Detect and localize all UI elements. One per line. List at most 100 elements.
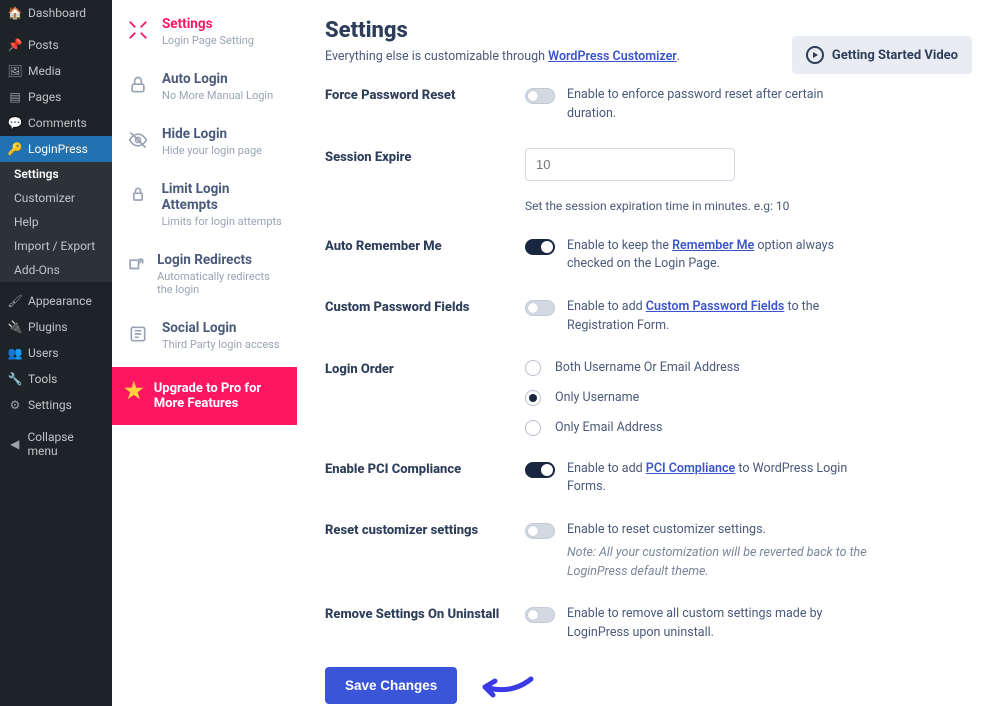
- sub-addons[interactable]: Add-Ons: [0, 258, 112, 282]
- desc-pci: Enable to add PCI Compliance to WordPres…: [567, 460, 867, 498]
- label-custom-pw: Custom Password Fields: [325, 298, 525, 315]
- save-changes-button[interactable]: Save Changes: [325, 667, 457, 704]
- sidebar-posts[interactable]: 📌 Posts: [0, 32, 112, 58]
- desc-auto-remember: Enable to keep the Remember Me option al…: [567, 237, 867, 275]
- radio-both[interactable]: [525, 360, 541, 376]
- sidebar-label: Pages: [28, 90, 61, 104]
- nav-title: Social Login: [162, 320, 280, 336]
- arrow-icon: [475, 673, 535, 699]
- play-icon: [806, 46, 824, 64]
- brush-icon: 🖌: [8, 294, 22, 308]
- gear-icon: ⚙: [8, 398, 22, 412]
- sidebar-media[interactable]: 🖼Media: [0, 58, 112, 84]
- nav-title: Auto Login: [162, 71, 273, 87]
- sidebar-comments[interactable]: 💬Comments: [0, 110, 112, 136]
- nav-social-login[interactable]: Social Login Third Party login access: [112, 308, 297, 363]
- wp-customizer-link[interactable]: WordPress Customizer: [548, 49, 677, 64]
- radio-label: Only Username: [555, 390, 639, 405]
- sidebar-users[interactable]: 👥 Users: [0, 340, 112, 366]
- desc-reset-customizer: Enable to reset customizer settings.Note…: [567, 521, 867, 581]
- sidebar-label: LoginPress: [28, 142, 88, 156]
- sidebar-plugins[interactable]: 🔌Plugins: [0, 314, 112, 340]
- hint-session-expire: Set the session expiration time in minut…: [525, 199, 789, 213]
- lock-icon: [124, 71, 152, 99]
- sub-settings[interactable]: Settings: [0, 162, 112, 186]
- desc-remove-uninstall: Enable to remove all custom settings mad…: [567, 605, 867, 643]
- sidebar-collapse[interactable]: ◀Collapse menu: [0, 424, 112, 464]
- nav-auto-login[interactable]: Auto Login No More Manual Login: [112, 59, 297, 114]
- label-login-order: Login Order: [325, 360, 525, 377]
- star-icon: ★: [124, 381, 144, 403]
- session-expire-input[interactable]: [525, 148, 735, 181]
- nav-sub: Third Party login access: [162, 338, 280, 351]
- nav-title: Hide Login: [162, 126, 262, 142]
- sidebar-label: Settings: [28, 398, 72, 412]
- upgrade-to-pro[interactable]: ★ Upgrade to Pro for More Features: [112, 367, 297, 425]
- sidebar-label: Dashboard: [28, 6, 86, 20]
- tools-icon: 🔧: [8, 372, 22, 386]
- desc-custom-pw: Enable to add Custom Password Fields to …: [567, 298, 867, 336]
- sidebar-label: Appearance: [28, 294, 92, 308]
- pci-link[interactable]: PCI Compliance: [646, 461, 735, 476]
- nav-sub: No More Manual Login: [162, 89, 273, 102]
- pin-icon: 📌: [8, 38, 22, 52]
- custom-pw-link[interactable]: Custom Password Fields: [646, 299, 785, 314]
- sidebar-loginpress[interactable]: 🔑 LoginPress: [0, 136, 112, 162]
- nav-login-redirects[interactable]: Login Redirects Automatically redirects t…: [112, 240, 297, 308]
- redirect-icon: [124, 252, 147, 280]
- nav-settings[interactable]: Settings Login Page Setting: [112, 4, 297, 59]
- sub-customizer[interactable]: Customizer: [0, 186, 112, 210]
- toggle-reset-customizer[interactable]: [525, 523, 555, 539]
- nav-title: Settings: [162, 16, 254, 32]
- social-icon: [124, 320, 152, 348]
- label-remove-uninstall: Remove Settings On Uninstall: [325, 605, 525, 622]
- sidebar-dashboard[interactable]: 🏠 Dashboard: [0, 0, 112, 26]
- toggle-pci[interactable]: [525, 462, 555, 478]
- collapse-icon: ◀: [8, 437, 21, 451]
- toggle-remove-uninstall[interactable]: [525, 607, 555, 623]
- sidebar-label: Comments: [28, 116, 87, 130]
- eye-off-icon: [124, 126, 152, 154]
- label-auto-remember: Auto Remember Me: [325, 237, 525, 254]
- getting-started-video-button[interactable]: Getting Started Video: [792, 36, 972, 74]
- video-btn-label: Getting Started Video: [832, 48, 958, 63]
- radio-only-email[interactable]: [525, 420, 541, 436]
- wp-admin-sidebar: 🏠 Dashboard 📌 Posts 🖼Media ▤Pages 💬Comment…: [0, 0, 112, 706]
- remember-me-link[interactable]: Remember Me: [672, 238, 754, 253]
- dashboard-icon: 🏠: [8, 6, 22, 20]
- sidebar-label: Tools: [28, 372, 57, 386]
- nav-title: Limit Login Attempts: [162, 181, 287, 213]
- nav-sub: Login Page Setting: [162, 34, 254, 47]
- settings-content: Getting Started Video Settings Everythin…: [297, 0, 1000, 706]
- label-pci: Enable PCI Compliance: [325, 460, 525, 477]
- nav-sub: Automatically redirects the login: [157, 270, 287, 296]
- upgrade-label: Upgrade to Pro for More Features: [154, 381, 285, 411]
- radio-only-username[interactable]: [525, 390, 541, 406]
- key-icon: 🔑: [8, 142, 22, 156]
- sub-import-export[interactable]: Import / Export: [0, 234, 112, 258]
- sidebar-pages[interactable]: ▤Pages: [0, 84, 112, 110]
- plugin-icon: 🔌: [8, 320, 22, 334]
- label-reset-customizer: Reset customizer settings: [325, 521, 525, 538]
- sidebar-settings[interactable]: ⚙ Settings: [0, 392, 112, 418]
- plugin-nav: Settings Login Page Setting Auto Login No …: [112, 0, 297, 706]
- sidebar-label: Posts: [28, 38, 59, 52]
- sidebar-label: Media: [28, 64, 61, 78]
- toggle-custom-pw[interactable]: [525, 300, 555, 316]
- sidebar-label: Users: [28, 346, 59, 360]
- radio-label: Both Username Or Email Address: [555, 360, 740, 375]
- nav-sub: Hide your login page: [162, 144, 262, 157]
- users-icon: 👥: [8, 346, 22, 360]
- sub-help[interactable]: Help: [0, 210, 112, 234]
- radio-label: Only Email Address: [555, 420, 663, 435]
- label-session-expire: Session Expire: [325, 148, 525, 165]
- nav-hide-login[interactable]: Hide Login Hide your login page: [112, 114, 297, 169]
- shield-lock-icon: [124, 181, 152, 209]
- sidebar-appearance[interactable]: 🖌 Appearance: [0, 288, 112, 314]
- toggle-auto-remember[interactable]: [525, 239, 555, 255]
- tools-icon: [124, 16, 152, 44]
- toggle-force-reset[interactable]: [525, 88, 555, 104]
- sidebar-tools[interactable]: 🔧 Tools: [0, 366, 112, 392]
- nav-limit-login[interactable]: Limit Login AttemptsLimits for login att…: [112, 169, 297, 240]
- nav-title: Login Redirects: [157, 252, 287, 268]
